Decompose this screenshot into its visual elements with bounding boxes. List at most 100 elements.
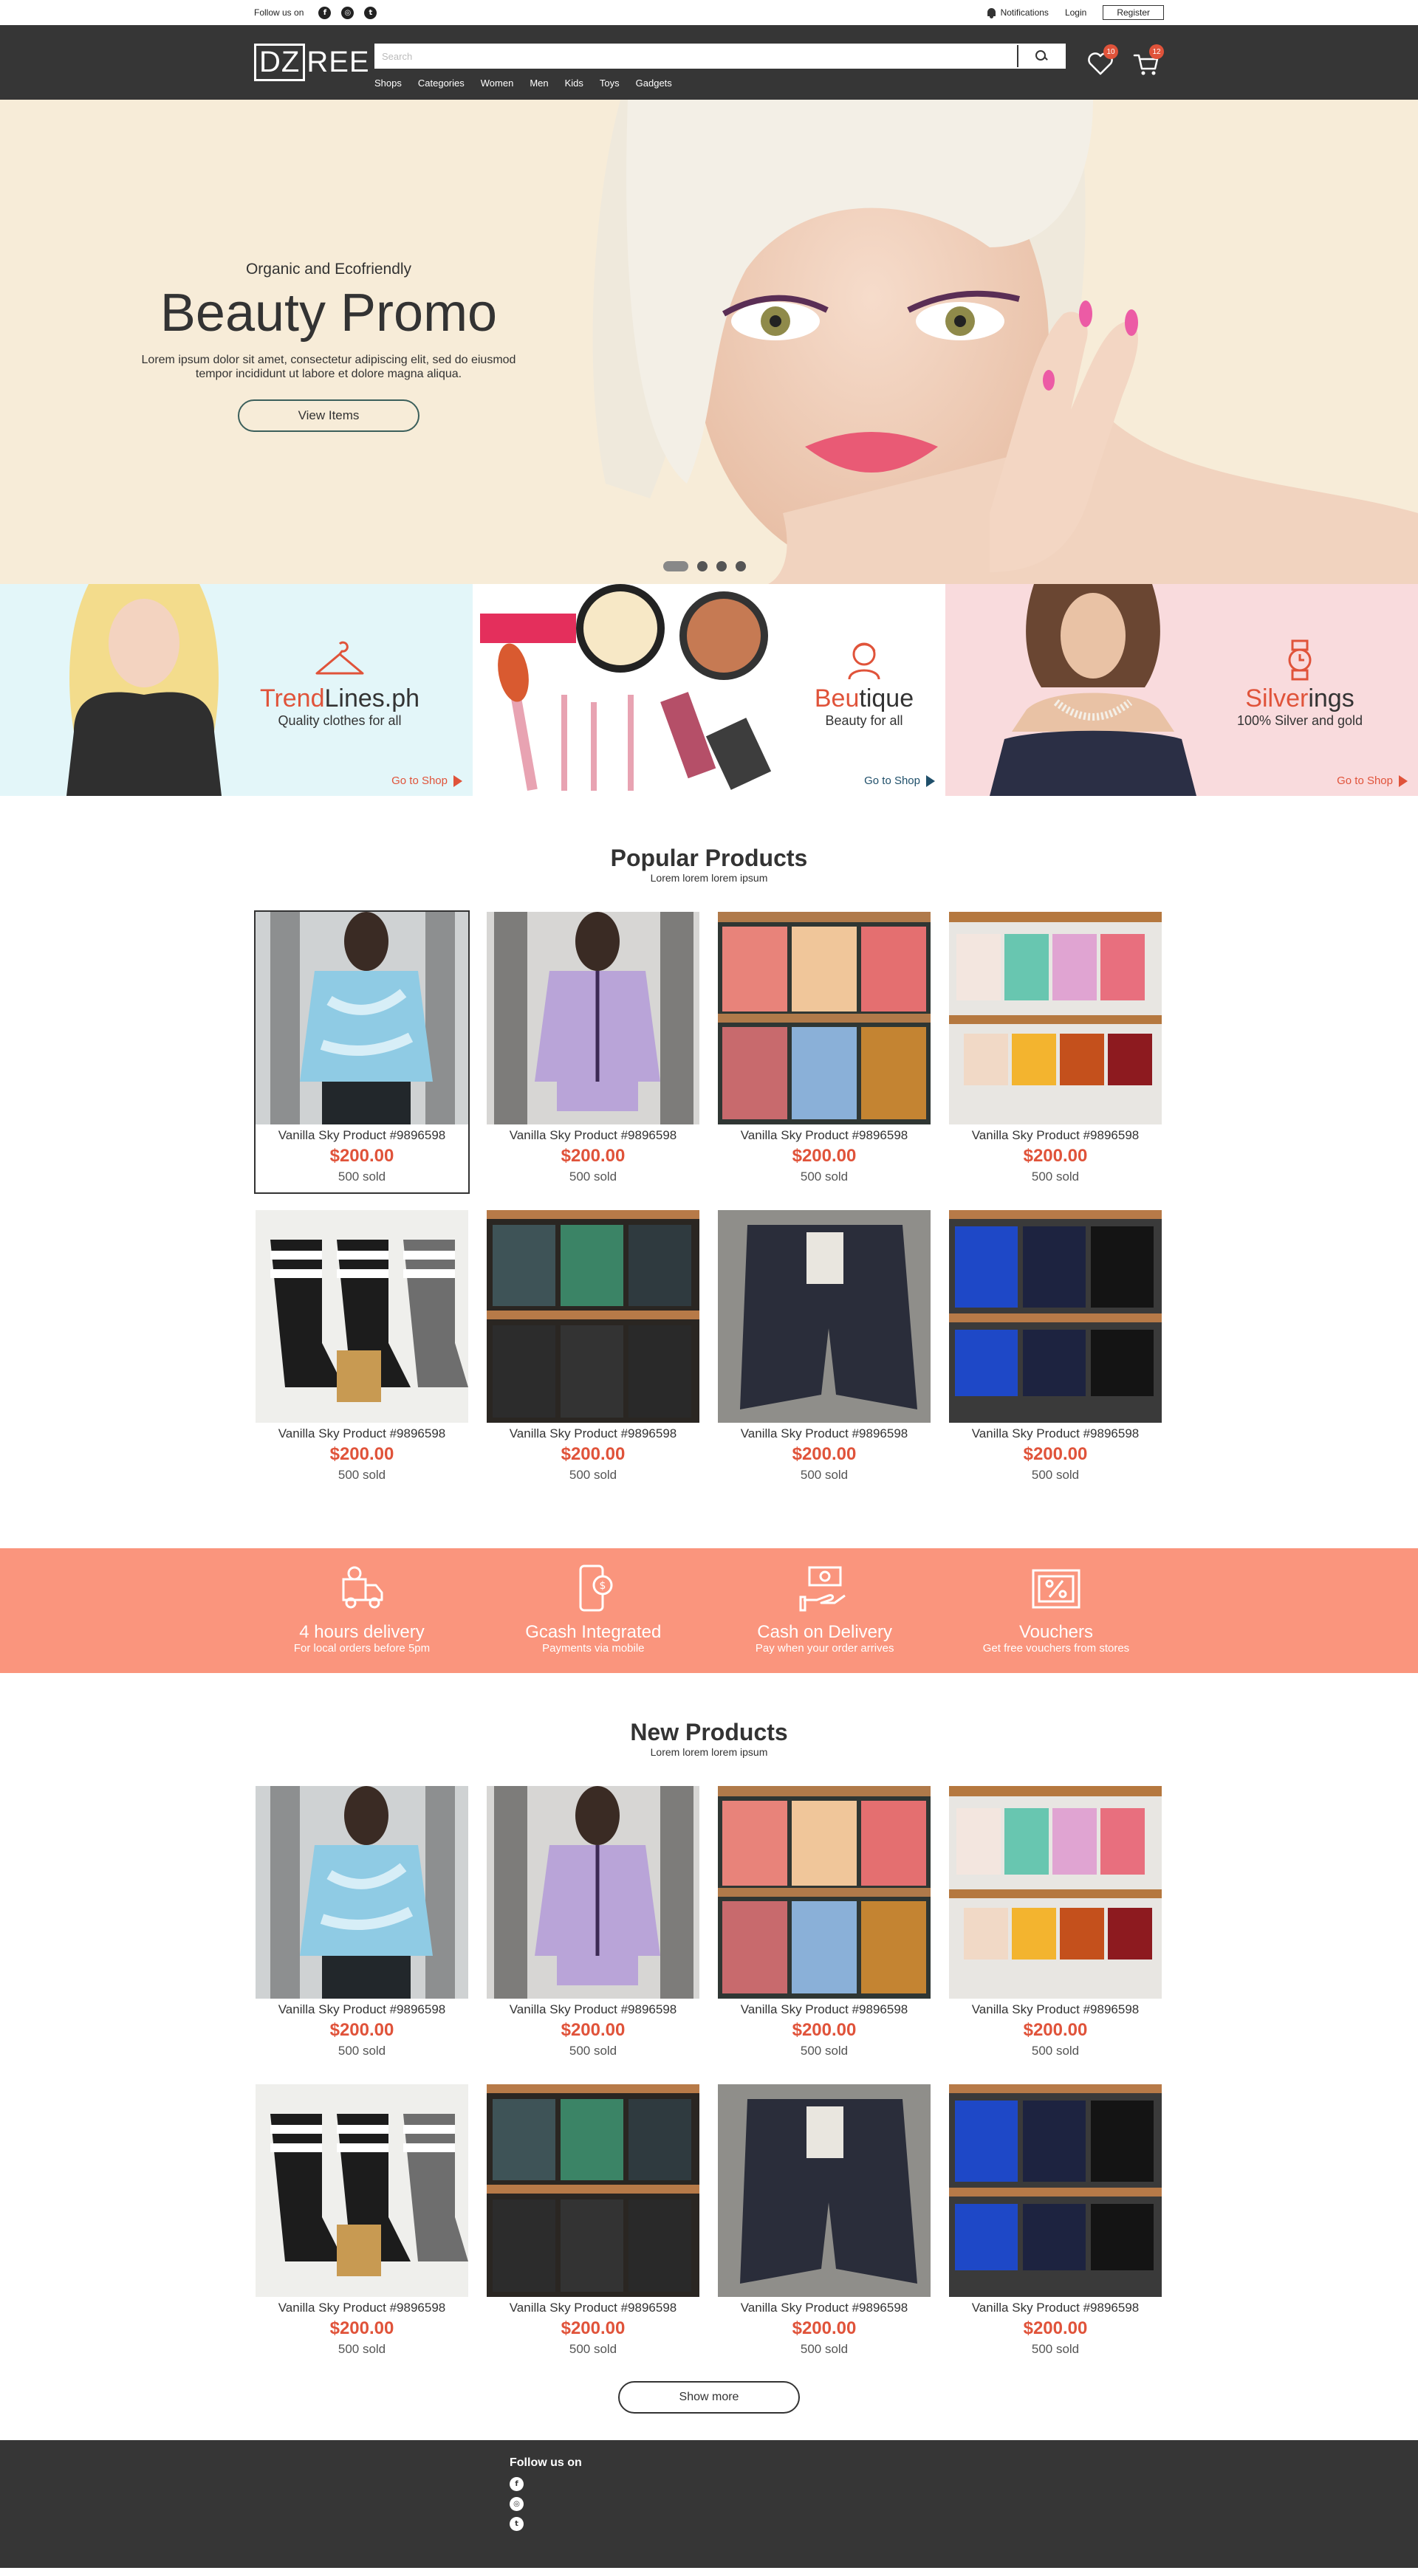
product-card[interactable]: Vanilla Sky Product #9896598 $200.00 500 s… [716, 910, 932, 1194]
shop-card-silverings[interactable]: Silverings 100% Silver and gold Go to Sh… [945, 584, 1418, 796]
product-sold-count: 500 sold [800, 2044, 849, 2058]
shop-subtitle: 100% Silver and gold [1236, 713, 1363, 728]
product-sold-count: 500 sold [569, 2342, 617, 2356]
search-button[interactable] [1017, 45, 1064, 67]
product-name[interactable]: Vanilla Sky Product #9896598 [718, 2002, 931, 2017]
twitter-icon[interactable]: t [364, 6, 377, 19]
product-image[interactable] [718, 2084, 931, 2297]
product-image[interactable] [949, 1786, 1162, 1999]
show-more-button[interactable]: Show more [618, 2381, 800, 2414]
product-card[interactable]: Vanilla Sky Product #9896598 $200.00 500 s… [254, 2083, 470, 2366]
product-sold-count: 500 sold [1031, 2044, 1080, 2058]
feature-vouchers: Vouchers Get free vouchers from stores [948, 1548, 1164, 1673]
nav-men[interactable]: Men [530, 78, 548, 89]
product-card[interactable]: Vanilla Sky Product #9896598 $200.00 500 s… [254, 910, 470, 1194]
product-image[interactable] [718, 1210, 931, 1423]
product-image[interactable] [718, 912, 931, 1124]
product-photo [718, 1210, 931, 1423]
product-name[interactable]: Vanilla Sky Product #9896598 [487, 1426, 699, 1441]
product-card[interactable]: Vanilla Sky Product #9896598 $200.00 500 s… [254, 1209, 470, 1492]
logo[interactable]: DZ REE [254, 44, 370, 81]
nav-categories[interactable]: Categories [418, 78, 465, 89]
feature-subtitle: For local orders before 5pm [293, 1642, 431, 1655]
carousel-indicators [663, 561, 746, 571]
product-card[interactable]: Vanilla Sky Product #9896598 $200.00 500 s… [716, 1785, 932, 2068]
carousel-dot-3[interactable] [716, 561, 727, 571]
nav-gadgets[interactable]: Gadgets [636, 78, 672, 89]
product-card[interactable]: Vanilla Sky Product #9896598 $200.00 500 s… [485, 1785, 701, 2068]
nav-toys[interactable]: Toys [600, 78, 620, 89]
product-card[interactable]: Vanilla Sky Product #9896598 $200.00 500 s… [485, 910, 701, 1194]
nav-kids[interactable]: Kids [565, 78, 583, 89]
login-link[interactable]: Login [1065, 7, 1086, 18]
product-sold-count: 500 sold [1031, 2342, 1080, 2356]
product-name[interactable]: Vanilla Sky Product #9896598 [256, 1128, 468, 1143]
product-image[interactable] [949, 1210, 1162, 1423]
product-card[interactable]: Vanilla Sky Product #9896598 $200.00 500 s… [716, 2083, 932, 2366]
product-card[interactable]: Vanilla Sky Product #9896598 $200.00 500 s… [485, 1209, 701, 1492]
product-card[interactable]: Vanilla Sky Product #9896598 $200.00 500 s… [948, 1785, 1163, 2068]
feature-title: Cash on Delivery [757, 1622, 893, 1642]
product-card[interactable]: Vanilla Sky Product #9896598 $200.00 500 s… [716, 1209, 932, 1492]
product-name[interactable]: Vanilla Sky Product #9896598 [487, 2301, 699, 2315]
go-to-shop-link[interactable]: Go to Shop [1337, 774, 1408, 787]
cart-button[interactable]: 12 [1131, 44, 1164, 78]
product-card[interactable]: Vanilla Sky Product #9896598 $200.00 500 s… [254, 1785, 470, 2068]
nav-women[interactable]: Women [481, 78, 514, 89]
product-name[interactable]: Vanilla Sky Product #9896598 [949, 1426, 1162, 1441]
shop-model-image [990, 584, 1196, 796]
product-name[interactable]: Vanilla Sky Product #9896598 [718, 1426, 931, 1441]
product-card[interactable]: Vanilla Sky Product #9896598 $200.00 500 s… [485, 2083, 701, 2366]
product-name[interactable]: Vanilla Sky Product #9896598 [949, 1128, 1162, 1143]
facebook-icon[interactable]: f [318, 6, 332, 19]
product-image[interactable] [256, 1210, 468, 1423]
go-to-shop-label: Go to Shop [1337, 774, 1393, 787]
product-image[interactable] [256, 2084, 468, 2297]
product-name[interactable]: Vanilla Sky Product #9896598 [487, 1128, 699, 1143]
product-image[interactable] [487, 2084, 699, 2297]
product-name[interactable]: Vanilla Sky Product #9896598 [718, 2301, 931, 2315]
product-image[interactable] [256, 1786, 468, 1999]
product-card[interactable]: Vanilla Sky Product #9896598 $200.00 500 s… [948, 1209, 1163, 1492]
product-name[interactable]: Vanilla Sky Product #9896598 [487, 2002, 699, 2017]
carousel-dot-1[interactable] [663, 561, 688, 571]
product-name[interactable]: Vanilla Sky Product #9896598 [718, 1128, 931, 1143]
shop-name-accent: Silver [1245, 684, 1309, 712]
product-photo [487, 2084, 699, 2297]
product-image[interactable] [949, 2084, 1162, 2297]
instagram-icon[interactable]: ◎ [341, 6, 354, 19]
go-to-shop-link[interactable]: Go to Shop [391, 774, 462, 787]
product-name[interactable]: Vanilla Sky Product #9896598 [256, 2301, 468, 2315]
product-image[interactable] [949, 912, 1162, 1124]
product-name[interactable]: Vanilla Sky Product #9896598 [949, 2301, 1162, 2315]
carousel-dot-4[interactable] [736, 561, 746, 571]
main-header: DZ REE Shops Categories Women Men Kids T… [0, 25, 1418, 100]
product-image[interactable] [718, 1786, 931, 1999]
product-image[interactable] [256, 912, 468, 1124]
go-to-shop-link[interactable]: Go to Shop [864, 774, 935, 787]
product-name[interactable]: Vanilla Sky Product #9896598 [256, 2002, 468, 2017]
nav-shops[interactable]: Shops [374, 78, 402, 89]
popular-products-subtitle: Lorem lorem lorem ipsum [650, 872, 768, 884]
product-name[interactable]: Vanilla Sky Product #9896598 [949, 2002, 1162, 2017]
product-name[interactable]: Vanilla Sky Product #9896598 [256, 1426, 468, 1441]
product-image[interactable] [487, 912, 699, 1124]
facebook-icon[interactable]: f [510, 2477, 524, 2491]
twitter-icon[interactable]: t [510, 2517, 524, 2531]
wishlist-button[interactable]: 10 [1086, 44, 1118, 78]
shop-card-trendlines[interactable]: TrendLines.ph Quality clothes for all Go… [0, 584, 473, 796]
notifications-link[interactable]: Notifications [987, 7, 1049, 18]
product-card[interactable]: Vanilla Sky Product #9896598 $200.00 500 s… [948, 910, 1163, 1194]
carousel-dot-2[interactable] [697, 561, 708, 571]
instagram-icon[interactable]: ◎ [510, 2497, 524, 2511]
search-input[interactable] [376, 45, 1017, 67]
shop-card-beutique[interactable]: Beutique Beauty for all Go to Shop [473, 584, 945, 796]
feature-gcash: $ Gcash Integrated Payments via mobile [485, 1548, 701, 1673]
product-image[interactable] [487, 1210, 699, 1423]
view-items-button[interactable]: View Items [238, 399, 419, 432]
shop-name: Silverings [1189, 684, 1411, 713]
product-card[interactable]: Vanilla Sky Product #9896598 $200.00 500 s… [948, 2083, 1163, 2366]
product-photo [949, 1210, 1162, 1423]
product-image[interactable] [487, 1786, 699, 1999]
register-button[interactable]: Register [1103, 5, 1164, 20]
